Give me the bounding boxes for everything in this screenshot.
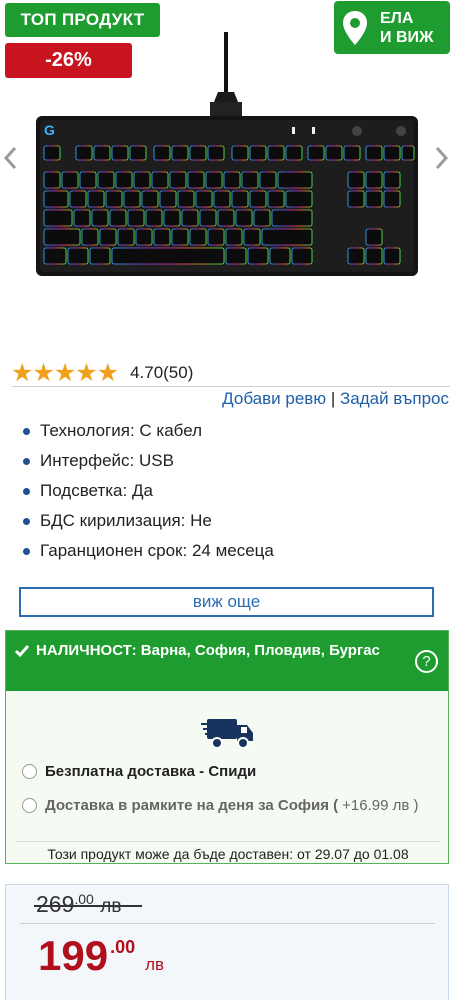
spec-text: Технология: С кабел xyxy=(40,421,203,440)
new-price: 199 .00 лв xyxy=(38,931,164,981)
availability-box: НАЛИЧНОСТ: Варна, София, Пловдив, Бургас… xyxy=(5,630,449,864)
see-more-button[interactable]: виж още xyxy=(19,587,434,617)
spec-text: Подсветка: Да xyxy=(40,481,153,500)
ask-question-link[interactable]: Задай въпрос xyxy=(340,389,449,408)
old-price: 269.00 лв xyxy=(34,891,142,918)
spec-item: Подсветка: Да xyxy=(23,476,274,506)
come-see-button[interactable]: ЕЛА И ВИЖ xyxy=(334,1,450,54)
free-delivery-option[interactable]: Безплатна доставка - Спиди xyxy=(22,763,256,780)
product-gallery: G ТОП ПРОДУКТ -26% ЕЛА И ВИЖ xyxy=(0,0,474,330)
svg-text:G: G xyxy=(44,122,55,138)
spec-text: БДС кирилизация: Не xyxy=(40,511,212,530)
bullet-icon xyxy=(23,517,30,525)
divider xyxy=(12,386,450,387)
truck-icon xyxy=(201,719,253,749)
divider xyxy=(20,923,435,924)
spec-item: Гаранционен срок: 24 месеца xyxy=(23,536,274,566)
rating-stars[interactable]: ★★★★★ xyxy=(11,360,119,386)
bullet-icon xyxy=(23,487,30,495)
bullet-icon xyxy=(23,547,30,555)
rating-row: ★★★★★ 4.70(50) xyxy=(11,360,193,386)
spec-item: БДС кирилизация: Не xyxy=(23,506,274,536)
same-day-delivery-option[interactable]: Доставка в рамките на деня за София ( +1… xyxy=(22,797,418,814)
check-icon xyxy=(14,645,30,658)
radio-button[interactable] xyxy=(22,798,37,813)
new-price-main: 199 xyxy=(38,932,109,979)
links-separator: | xyxy=(330,389,336,408)
discount-badge: -26% xyxy=(5,43,132,78)
chevron-left-icon[interactable] xyxy=(3,146,17,170)
radio-button[interactable] xyxy=(22,764,37,779)
new-price-currency: лв xyxy=(145,955,165,974)
top-product-badge: ТОП ПРОДУКТ xyxy=(5,3,160,37)
spec-item: Интерфейс: USB xyxy=(23,446,274,476)
old-price-main: 269 xyxy=(36,891,75,917)
price-box: 269.00 лв 199 .00 лв xyxy=(5,884,449,1000)
spec-text: Интерфейс: USB xyxy=(40,451,174,470)
availability-header: НАЛИЧНОСТ: Варна, София, Пловдив, Бургас… xyxy=(6,631,448,691)
rating-value: 4.70(50) xyxy=(130,363,194,382)
question-icon[interactable]: ? xyxy=(415,650,438,673)
same-day-delivery-price: +16.99 лв ) xyxy=(342,797,419,814)
add-review-link[interactable]: Добави ревю xyxy=(222,389,326,408)
come-see-line2: И ВИЖ xyxy=(380,28,434,46)
new-price-decimals: .00 xyxy=(110,937,136,957)
come-see-line1: ЕЛА xyxy=(380,9,414,27)
spec-item: Технология: С кабел xyxy=(23,416,274,446)
review-links: Добави ревю | Задай въпрос xyxy=(222,389,449,409)
chevron-right-icon[interactable] xyxy=(435,146,449,170)
free-delivery-label: Безплатна доставка - Спиди xyxy=(45,763,257,780)
availability-text: НАЛИЧНОСТ: Варна, София, Пловдив, Бургас xyxy=(36,642,380,659)
bullet-icon xyxy=(23,457,30,465)
spec-list: Технология: С кабел Интерфейс: USB Подсв… xyxy=(23,416,274,566)
map-pin-icon xyxy=(343,10,367,45)
strikethrough xyxy=(34,905,142,907)
same-day-delivery-label: Доставка в рамките на деня за София ( xyxy=(45,797,339,814)
bullet-icon xyxy=(23,427,30,435)
spec-text: Гаранционен срок: 24 месеца xyxy=(40,541,274,560)
delivery-estimate: Този продукт може да бъде доставен: от 2… xyxy=(16,841,440,862)
